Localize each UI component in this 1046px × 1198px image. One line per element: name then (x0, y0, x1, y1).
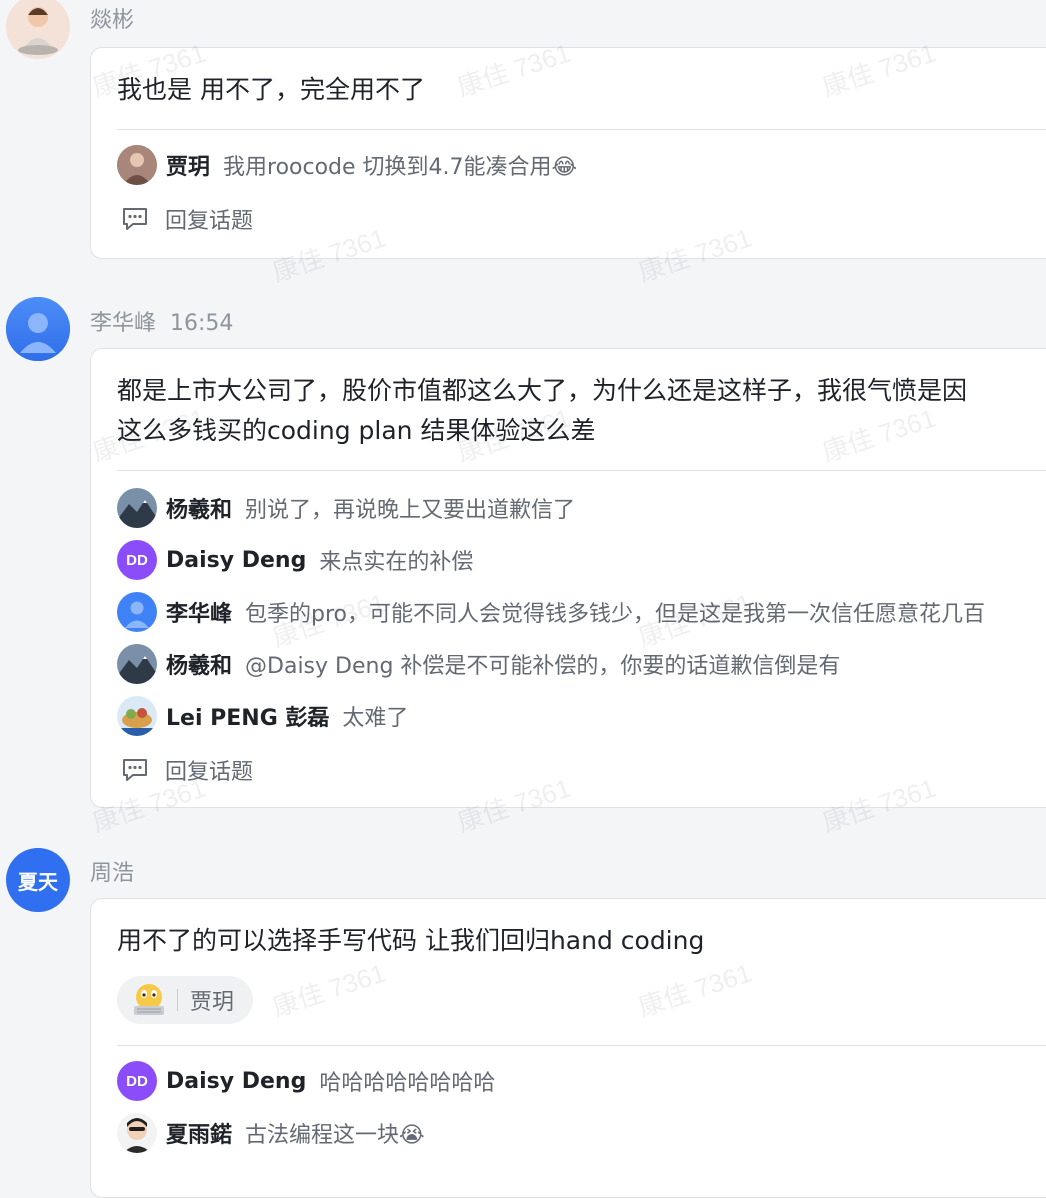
message-card[interactable]: 都是上市大公司了，股价市值都这么大了，为什么还是这样子，我很气愤是因 这么多钱买… (90, 348, 1046, 808)
message-card[interactable]: 我也是 用不了，完全用不了 贾玥 我用roocode 切换到4.7能凑合用😂 回… (90, 47, 1046, 259)
reply-author[interactable]: 李华峰 (166, 596, 232, 628)
reply-author[interactable]: 夏雨鍩 (166, 1117, 232, 1149)
avatar[interactable] (117, 1113, 157, 1153)
reply-avatar-icon (117, 145, 157, 185)
avatar[interactable] (6, 297, 70, 361)
user-default-icon (6, 297, 70, 361)
reply-item[interactable]: 杨羲和 别说了，再说晚上又要出道歉信了 (117, 488, 575, 528)
sender-line: 周浩 (90, 855, 134, 887)
reply-topic-label: 回复话题 (165, 760, 254, 785)
reaction-chip[interactable]: 贾玥 (117, 976, 253, 1024)
reply-author[interactable]: Daisy Deng (166, 548, 306, 573)
message-text-line: 这么多钱买的coding plan 结果体验这么差 (117, 416, 596, 445)
reply-topic-button[interactable]: 回复话题 (121, 199, 253, 239)
message-text-line: 都是上市大公司了，股价市值都这么大了，为什么还是这样子，我很气愤是因 (117, 376, 968, 405)
avatar[interactable] (117, 592, 157, 632)
reply-text: 来点实在的补偿 (319, 550, 474, 575)
sender-line: 李华峰 16:54 (90, 305, 233, 337)
reply-item[interactable]: DD Daisy Deng 哈哈哈哈哈哈哈哈 (117, 1061, 495, 1101)
reply-item[interactable]: DD Daisy Deng 来点实在的补偿 (117, 540, 473, 580)
message-text-line: 我也是 用不了，完全用不了 (117, 75, 425, 104)
reaction-separator (177, 989, 178, 1011)
avatar[interactable] (117, 488, 157, 528)
reply-item[interactable]: Lei PENG 彭磊 太难了 (117, 696, 408, 736)
food-avatar-icon (117, 696, 157, 736)
divider (117, 129, 1046, 130)
reply-topic-button[interactable]: 回复话题 (121, 750, 253, 790)
reply-text: 古法编程这一块😭 (245, 1123, 425, 1148)
reply-text: 太难了 (342, 706, 409, 731)
comment-icon (123, 208, 147, 230)
reply-text: 包季的pro，可能不同人会觉得钱多钱少，但是这是我第一次信任愿意花几百 (245, 602, 986, 627)
reply-topic-label: 回复话题 (165, 209, 254, 234)
reply-text: @Daisy Deng 补偿是不可能补偿的，你要的话道歉信倒是有 (245, 654, 841, 679)
reply-author[interactable]: 贾玥 (166, 149, 210, 181)
divider (117, 470, 1046, 471)
reply-item[interactable]: 杨羲和 @Daisy Deng 补偿是不可能补偿的，你要的话道歉信倒是有 (117, 644, 840, 684)
comment-icon (123, 759, 147, 781)
message-time: 16:54 (170, 311, 234, 336)
message-card[interactable]: 用不了的可以选择手写代码 让我们回归hand coding 贾玥 DD Dais… (90, 898, 1046, 1198)
reply-text: 别说了，再说晚上又要出道歉信了 (245, 498, 576, 523)
meditating-person-icon (6, 0, 70, 59)
avatar[interactable]: 夏天 (6, 848, 70, 912)
reply-author[interactable]: Lei PENG 彭磊 (166, 700, 329, 732)
user-default-icon (117, 592, 157, 632)
divider (117, 1045, 1046, 1046)
avatar[interactable] (6, 0, 70, 59)
mountain-avatar-icon (117, 644, 157, 684)
sender-line: 燚彬 (90, 2, 134, 34)
avatar[interactable]: DD (117, 540, 157, 580)
reply-author[interactable]: Daisy Deng (166, 1069, 306, 1094)
reply-author[interactable]: 杨羲和 (166, 648, 232, 680)
reply-text: 哈哈哈哈哈哈哈哈 (319, 1071, 496, 1096)
typing-face-icon (134, 984, 164, 1015)
message-text-line: 用不了的可以选择手写代码 让我们回归hand coding (117, 926, 705, 955)
reply-item[interactable]: 李华峰 包季的pro，可能不同人会觉得钱多钱少，但是这是我第一次信任愿意花几百 (117, 592, 985, 632)
reply-text: 我用roocode 切换到4.7能凑合用😂 (223, 155, 578, 180)
cartoon-avatar-icon (117, 1113, 157, 1153)
sender-name[interactable]: 周浩 (90, 861, 134, 886)
avatar[interactable]: DD (117, 1061, 157, 1101)
avatar[interactable] (117, 644, 157, 684)
avatar[interactable] (117, 696, 157, 736)
reply-author[interactable]: 杨羲和 (166, 492, 232, 524)
reaction-user: 贾玥 (190, 990, 235, 1015)
reply-item[interactable]: 夏雨鍩 古法编程这一块😭 (117, 1113, 425, 1153)
mountain-avatar-icon (117, 488, 157, 528)
avatar[interactable] (117, 145, 157, 185)
reply-item[interactable]: 贾玥 我用roocode 切换到4.7能凑合用😂 (117, 145, 577, 185)
sender-name[interactable]: 李华峰 (90, 311, 156, 336)
sender-name[interactable]: 燚彬 (90, 8, 134, 33)
